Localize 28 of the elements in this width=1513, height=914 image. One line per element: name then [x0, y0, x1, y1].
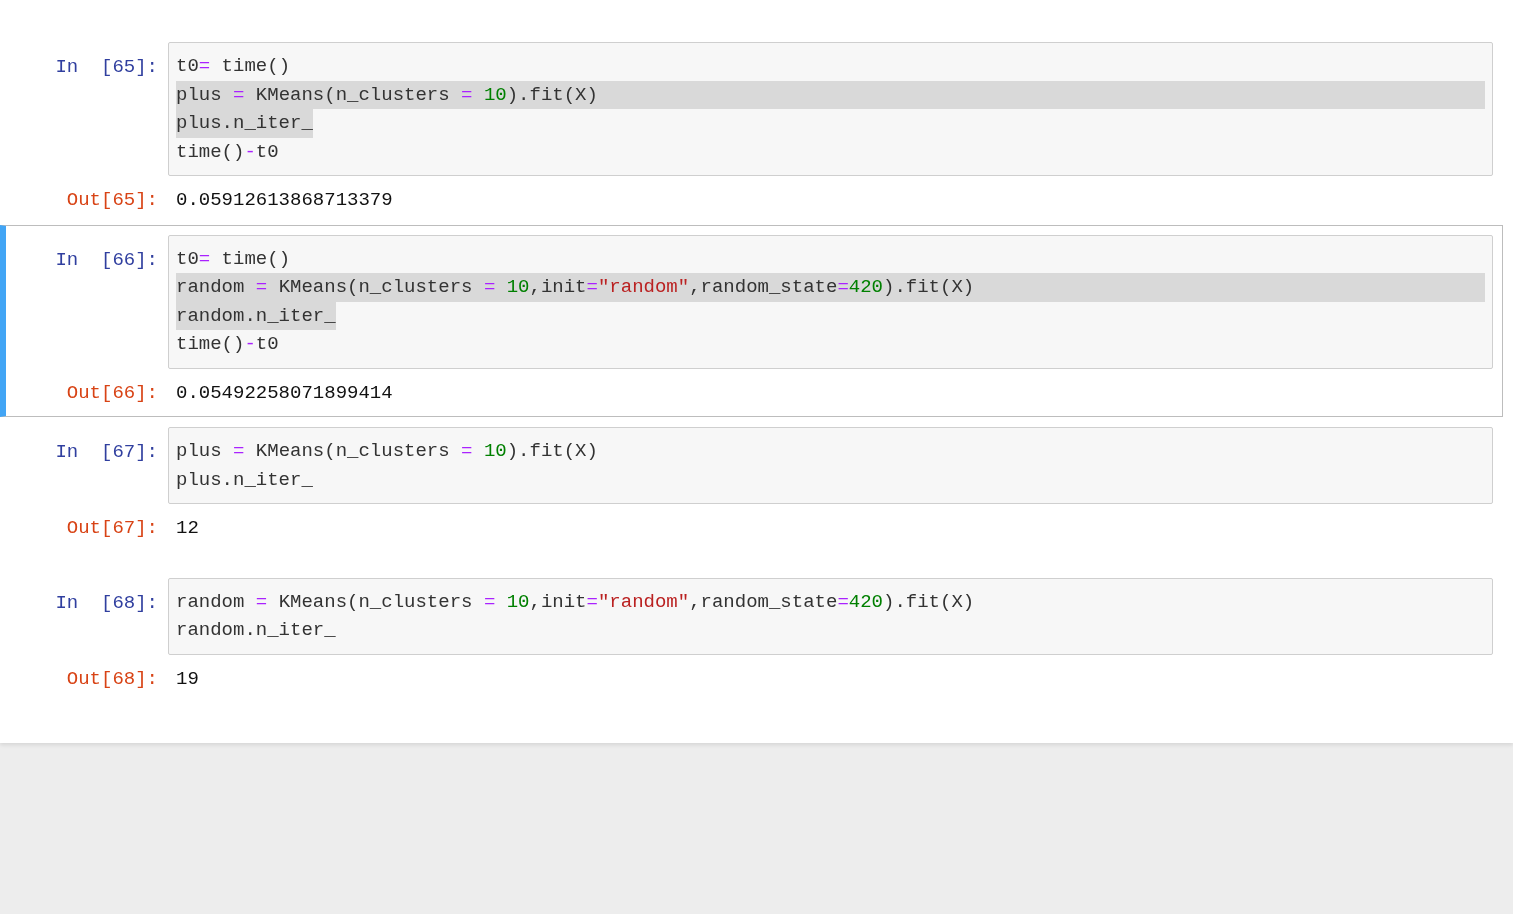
output-text: 0.05912613868713379: [175, 188, 393, 213]
input-prompt: In [67]:: [55, 440, 158, 465]
code-line: plus.n_iter_: [176, 467, 313, 493]
code-line: random.n_iter_: [176, 618, 336, 643]
code-input[interactable]: plus = KMeans(n_clusters = 10).fit(X) plus.n_iter_: [168, 427, 1493, 504]
output-text: 12: [175, 516, 199, 541]
output-prompt: Out[67]:: [66, 516, 158, 541]
notebook-cell[interactable]: In [68]: random = KMeans(n_clusters = 10,init="random",random_state=420).fit(X) random.n_iter_ Out[68]: 19: [0, 567, 1503, 703]
code-input[interactable]: t0= time() plus = KMeans(n_clusters = 10).fit(X) plus.n_iter_ time()-t0: [168, 42, 1493, 176]
output-prompt: Out[66]:: [66, 380, 158, 406]
code-line: time()-t0: [176, 332, 279, 357]
output-text: 0.05492258071899414: [175, 380, 393, 406]
code-input[interactable]: t0= time() random = KMeans(n_clusters = 10,init="random",random_state=420).fit(X) random.n_iter_ time()-t0: [168, 234, 1493, 369]
input-prompt: In [68]:: [55, 590, 158, 616]
output-prompt: Out[65]:: [66, 188, 158, 213]
input-prompt: In [65]:: [55, 55, 158, 80]
code-input[interactable]: random = KMeans(n_clusters = 10,init="random",random_state=420).fit(X) random.n_iter_: [168, 577, 1493, 655]
code-line: t0= time(): [176, 246, 291, 272]
code-line: t0= time(): [176, 54, 291, 79]
code-line: random = KMeans(n_clusters = 10,init="random",random_state=420).fit(X): [176, 589, 975, 615]
notebook-cell[interactable]: In [65]: t0= time() plus = KMeans(n_clusters = 10).fit(X) plus.n_iter_ time()-t0 Out[65]: 0.05912613868713379: [0, 32, 1503, 225]
notebook-cell[interactable]: In [67]: plus = KMeans(n_clusters = 10).fit(X) plus.n_iter_ Out[67]: 12: [0, 417, 1503, 553]
notebook-cell[interactable]: In [66]: t0= time() random = KMeans(n_clusters = 10,init="random",random_state=420).fit(X) random.n_iter_ time()-t0 Out[66]: 0.05492258071899414: [0, 224, 1503, 417]
code-line: plus = KMeans(n_clusters = 10).fit(X): [176, 439, 598, 464]
input-prompt: In [66]:: [55, 247, 158, 273]
output-prompt: Out[68]:: [66, 666, 158, 692]
output-text: 19: [175, 666, 199, 692]
code-line: time()-t0: [176, 139, 279, 165]
